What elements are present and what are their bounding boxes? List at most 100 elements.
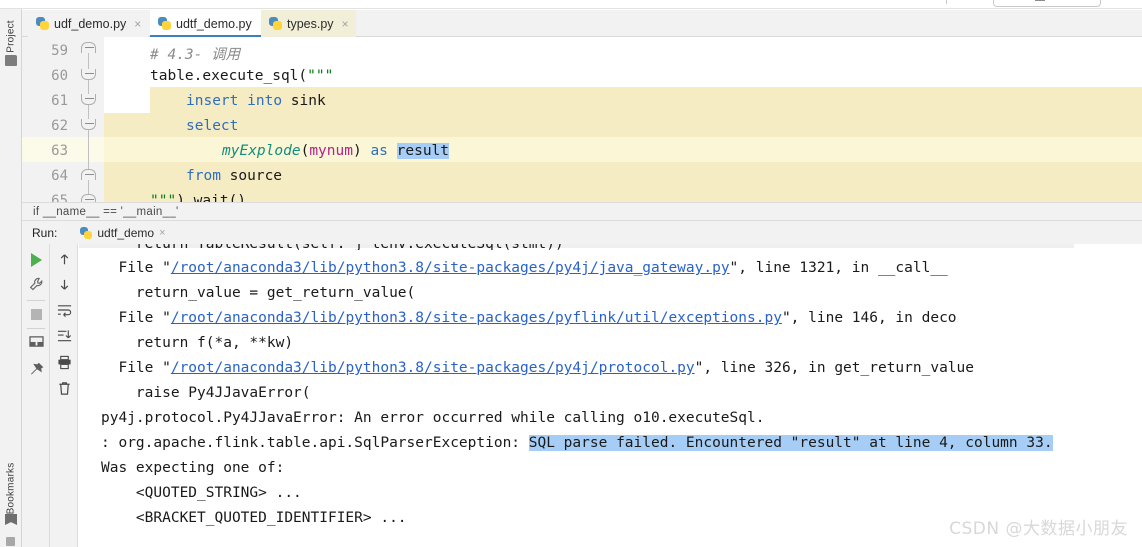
file-suffix: ", line 1321, in __call__ — [729, 260, 948, 276]
editor-gutter[interactable]: 59 60 61 62 63 64 65 — [22, 37, 104, 202]
left-tool-rail: Project Bookmarks — [0, 9, 22, 547]
line-number: 64 — [51, 168, 68, 184]
code-token-close-quote: """ — [150, 193, 177, 202]
scroll-to-end-icon[interactable] — [57, 329, 72, 344]
code-token-into: into — [247, 93, 283, 109]
code-token-as: as — [370, 143, 388, 159]
editor-tab-bar: udf_demo.py × udtf_demo.py × types.py × — [22, 10, 1142, 37]
code-line-60: table.execute_sql(""" — [150, 68, 333, 84]
fold-marker[interactable] — [81, 169, 96, 180]
code-line-61: insert into sink — [186, 93, 326, 109]
fold-marker[interactable] — [81, 94, 96, 105]
run-config-selector[interactable] — [993, 0, 1101, 7]
structure-icon[interactable] — [6, 537, 15, 546]
bookmark-icon[interactable] — [5, 514, 17, 525]
console-line-plain: Was expecting one of: — [101, 460, 285, 476]
down-arrow-icon[interactable] — [57, 277, 72, 292]
tab-udtf-demo[interactable]: udtf_demo.py × — [150, 10, 274, 37]
close-icon[interactable]: × — [134, 18, 141, 30]
search-match-highlight[interactable]: SQL parse failed. Encountered "result" a… — [528, 435, 1053, 451]
tab-types[interactable]: types.py × — [261, 10, 356, 37]
settings-wrench-icon[interactable] — [29, 277, 44, 292]
console-line-plain: return_value = get_return_value( — [101, 285, 416, 301]
close-icon[interactable]: × — [342, 18, 349, 30]
code-token-result-selected[interactable]: result — [396, 143, 450, 159]
folder-icon[interactable] — [5, 55, 17, 66]
trash-icon[interactable] — [57, 381, 72, 396]
console-output[interactable]: return TableResult(self._j_tenv.executeS… — [79, 244, 1142, 547]
file-prefix: File " — [101, 260, 171, 276]
run-console-area: return TableResult(self._j_tenv.executeS… — [22, 244, 1142, 547]
run-label: Run: — [32, 225, 58, 240]
fold-marker[interactable] — [81, 194, 96, 202]
stop-toolbar-icon[interactable] — [1035, 0, 1045, 1]
line-number: 60 — [51, 68, 68, 84]
code-token-source: source — [229, 168, 283, 184]
code-token-sink: sink — [290, 93, 326, 109]
console-line-file: File "/root/anaconda3/lib/python3.8/site… — [101, 260, 948, 276]
code-background-gap — [104, 87, 150, 113]
console-toolbar-left — [22, 244, 50, 547]
python-file-icon — [36, 17, 49, 30]
code-token-wait: ).wait() — [176, 193, 247, 202]
sidebar-item-project[interactable]: Project — [6, 12, 17, 62]
code-token-from: from — [186, 168, 221, 184]
python-file-icon — [158, 17, 171, 30]
layout-icon[interactable] — [29, 335, 44, 350]
close-icon[interactable]: × — [159, 227, 165, 239]
code-text-area[interactable]: # 4.3- 调用 table.execute_sql(""" insert i… — [104, 37, 1142, 202]
code-token-insert: insert — [186, 93, 239, 109]
python-file-icon — [80, 226, 93, 239]
line-number: 62 — [51, 118, 68, 134]
fold-marker[interactable] — [81, 69, 96, 80]
code-token-select: select — [186, 118, 239, 134]
stop-button[interactable] — [29, 307, 44, 322]
python-file-icon — [269, 17, 282, 30]
code-line-62: select — [186, 118, 238, 134]
print-icon[interactable] — [57, 355, 72, 370]
exception-prefix: : org.apache.flink.table.api.SqlParserEx… — [101, 435, 529, 451]
fold-marker[interactable] — [81, 119, 96, 130]
watermark: CSDN @大数据小朋友 — [949, 519, 1128, 539]
run-tool-window-header: Run: udtf_demo × — [22, 221, 1142, 244]
line-number: 59 — [51, 43, 68, 59]
sidebar-item-bookmarks[interactable]: Bookmarks — [6, 461, 17, 517]
code-token-mynum: mynum — [309, 143, 353, 159]
file-path-link[interactable]: /root/anaconda3/lib/python3.8/site-packa… — [171, 310, 782, 326]
fold-marker[interactable] — [81, 42, 96, 53]
file-path-link[interactable]: /root/anaconda3/lib/python3.8/site-packa… — [171, 260, 730, 276]
line-number: 61 — [51, 93, 68, 109]
line-number: 63 — [51, 143, 68, 159]
tab-udf-demo[interactable]: udf_demo.py × — [28, 10, 149, 37]
console-line-exception: : org.apache.flink.table.api.SqlParserEx… — [101, 435, 1053, 451]
file-prefix: File " — [101, 310, 171, 326]
toolbar-divider — [946, 0, 947, 4]
fold-gutter[interactable] — [78, 37, 100, 202]
file-prefix: File " — [101, 360, 171, 376]
file-suffix: ", line 146, in deco — [781, 310, 957, 326]
soft-wrap-icon[interactable] — [57, 303, 72, 318]
console-line-error: py4j.protocol.Py4JJavaError: An error oc… — [101, 410, 765, 426]
toolbar-divider — [27, 300, 45, 301]
console-line-plain: <QUOTED_STRING> ... — [101, 485, 302, 501]
rerun-button[interactable] — [29, 252, 44, 267]
toolbar-divider — [27, 328, 45, 329]
pin-icon[interactable] — [29, 362, 44, 377]
code-line-59: # 4.3- 调用 — [150, 47, 241, 63]
tab-label: types.py — [287, 16, 334, 31]
console-line-file: File "/root/anaconda3/lib/python3.8/site… — [101, 360, 974, 376]
code-line-65: """).wait() — [150, 193, 246, 202]
up-arrow-icon[interactable] — [57, 252, 72, 267]
code-token-call: table.execute_sql( — [150, 68, 308, 84]
file-path-link[interactable]: /root/anaconda3/lib/python3.8/site-packa… — [171, 360, 695, 376]
code-editor[interactable]: 59 60 61 62 63 64 65 # 4.3- 调用 table.exe… — [22, 37, 1142, 202]
breadcrumb[interactable]: if __name__ == '__main__' — [22, 202, 1142, 221]
console-line-file: File "/root/anaconda3/lib/python3.8/site… — [101, 310, 957, 326]
console-clipped-line: return TableResult(self._j_tenv.executeS… — [101, 244, 564, 250]
run-configuration-tab[interactable]: udtf_demo × — [76, 226, 171, 240]
code-token-paren-open: ( — [300, 143, 310, 159]
console-toolbar-right — [50, 244, 78, 547]
code-token-triple-quote: """ — [307, 68, 334, 84]
file-suffix: ", line 326, in get_return_value — [694, 360, 974, 376]
tab-label: udtf_demo.py — [176, 16, 252, 31]
